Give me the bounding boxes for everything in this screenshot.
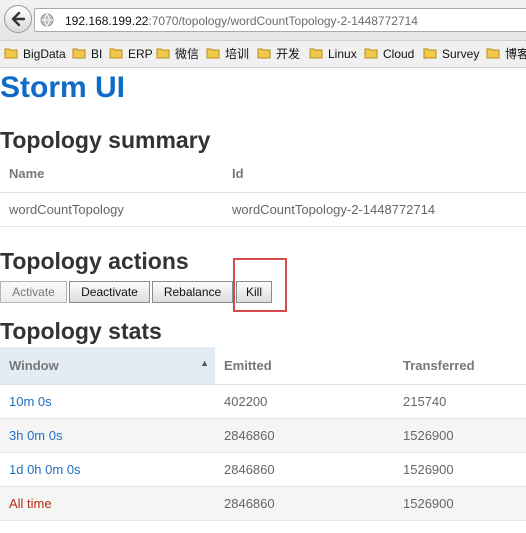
table-row: All time 2846860 1526900: [0, 486, 526, 521]
folder-icon: [257, 48, 271, 59]
folder-icon: [206, 48, 220, 59]
bookmark-label: 微信: [175, 47, 200, 61]
rebalance-button[interactable]: Rebalance: [152, 281, 233, 303]
bookmark-label: ERP: [128, 47, 153, 61]
folder-icon: [309, 48, 323, 59]
topology-name-cell: wordCountTopology: [0, 192, 223, 227]
url-host: 192.168.199.22: [65, 14, 149, 28]
bookmark-weixin[interactable]: 微信: [156, 46, 199, 62]
folder-icon: [109, 48, 123, 59]
bookmark-peixun[interactable]: 培训: [206, 46, 249, 62]
column-header-transferred[interactable]: Transferred: [394, 347, 526, 385]
bookmark-survey[interactable]: Survey: [423, 46, 479, 62]
column-header-window-label: Window: [9, 358, 59, 373]
table-header-row: Window ▲ Emitted Transferred: [0, 347, 526, 385]
transferred-cell: 1526900: [394, 452, 526, 487]
table-row: 3h 0m 0s 2846860 1526900: [0, 418, 526, 453]
bookmark-label: Linux: [328, 47, 357, 61]
page-title: Storm UI: [0, 71, 126, 104]
kill-highlight-box: [233, 258, 287, 312]
folder-icon: [4, 48, 18, 59]
column-header-name[interactable]: Name: [0, 155, 223, 193]
bookmark-boke[interactable]: 博客: [486, 46, 526, 62]
bookmark-label: BigData: [23, 47, 66, 61]
bookmark-erp[interactable]: ERP: [109, 46, 153, 62]
window-link-all-time[interactable]: All time: [9, 496, 52, 511]
back-arrow-icon: [11, 11, 26, 27]
table-row: 1d 0h 0m 0s 2846860 1526900: [0, 452, 526, 487]
bookmarks-bar: BigData BI ERP 微信 培训 开发 Linux Cloud Surv…: [0, 41, 526, 68]
bookmark-label: Survey: [442, 47, 480, 61]
window-cell: 3h 0m 0s: [0, 418, 215, 453]
transferred-cell: 1526900: [394, 486, 526, 521]
topology-stats-table: Window ▲ Emitted Transferred 10m 0s 40220…: [0, 347, 526, 521]
topology-stats-heading: Topology stats: [0, 318, 162, 344]
topology-id-cell: wordCountTopology-2-1448772714: [223, 192, 526, 227]
emitted-cell: 2846860: [215, 486, 394, 521]
column-header-emitted[interactable]: Emitted: [215, 347, 394, 385]
folder-icon: [72, 48, 86, 59]
column-header-id[interactable]: Id: [223, 155, 526, 193]
browser-toolbar: 192.168.199.22:7070/topology/wordCountTo…: [0, 0, 526, 41]
folder-icon: [486, 48, 500, 59]
address-bar[interactable]: 192.168.199.22:7070/topology/wordCountTo…: [34, 8, 526, 32]
activate-button[interactable]: Activate: [0, 281, 67, 303]
bookmark-label: 培训: [225, 47, 250, 61]
url-text: 192.168.199.22:7070/topology/wordCountTo…: [65, 14, 418, 28]
bookmark-kaifa[interactable]: 开发: [257, 46, 300, 62]
transferred-cell: 1526900: [394, 418, 526, 453]
window-link-1d[interactable]: 1d 0h 0m 0s: [9, 462, 81, 477]
window-cell: All time: [0, 486, 215, 521]
back-button[interactable]: [4, 5, 32, 33]
topology-actions-heading: Topology actions: [0, 248, 189, 274]
table-row: 10m 0s 402200 215740: [0, 384, 526, 419]
bookmark-label: 博客: [505, 47, 526, 61]
folder-icon: [156, 48, 170, 59]
column-header-window[interactable]: Window ▲: [0, 347, 215, 385]
bookmark-bigdata[interactable]: BigData: [4, 46, 66, 62]
bookmark-label: 开发: [276, 47, 301, 61]
sort-ascending-icon: ▲: [200, 358, 209, 368]
transferred-cell: 215740: [394, 384, 526, 419]
bookmark-linux[interactable]: Linux: [309, 46, 357, 62]
globe-icon: [40, 13, 54, 27]
folder-icon: [423, 48, 437, 59]
emitted-cell: 2846860: [215, 452, 394, 487]
window-cell: 1d 0h 0m 0s: [0, 452, 215, 487]
bookmark-label: Cloud: [383, 47, 415, 61]
table-row: wordCountTopology wordCountTopology-2-14…: [0, 192, 526, 227]
table-header-row: Name Id: [0, 155, 526, 193]
bookmark-label: BI: [91, 47, 103, 61]
url-path: :7070/topology/wordCountTopology-2-14487…: [148, 14, 418, 28]
window-link-3h[interactable]: 3h 0m 0s: [9, 428, 62, 443]
window-link-10m[interactable]: 10m 0s: [9, 394, 52, 409]
bookmark-cloud[interactable]: Cloud: [364, 46, 414, 62]
window-cell: 10m 0s: [0, 384, 215, 419]
emitted-cell: 2846860: [215, 418, 394, 453]
deactivate-button[interactable]: Deactivate: [69, 281, 150, 303]
folder-icon: [364, 48, 378, 59]
bookmark-bi[interactable]: BI: [72, 46, 102, 62]
topology-summary-table: Name Id wordCountTopology wordCountTopol…: [0, 155, 526, 227]
topology-summary-heading: Topology summary: [0, 127, 211, 153]
emitted-cell: 402200: [215, 384, 394, 419]
